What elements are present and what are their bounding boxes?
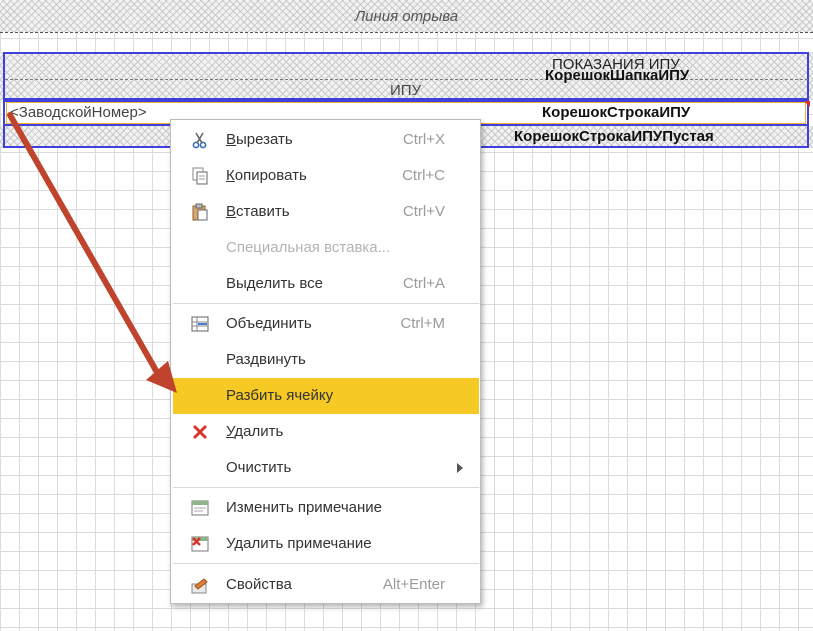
annotation-arrow-layer bbox=[7, 112, 177, 393]
annotation-arrow-icon bbox=[7, 112, 177, 393]
